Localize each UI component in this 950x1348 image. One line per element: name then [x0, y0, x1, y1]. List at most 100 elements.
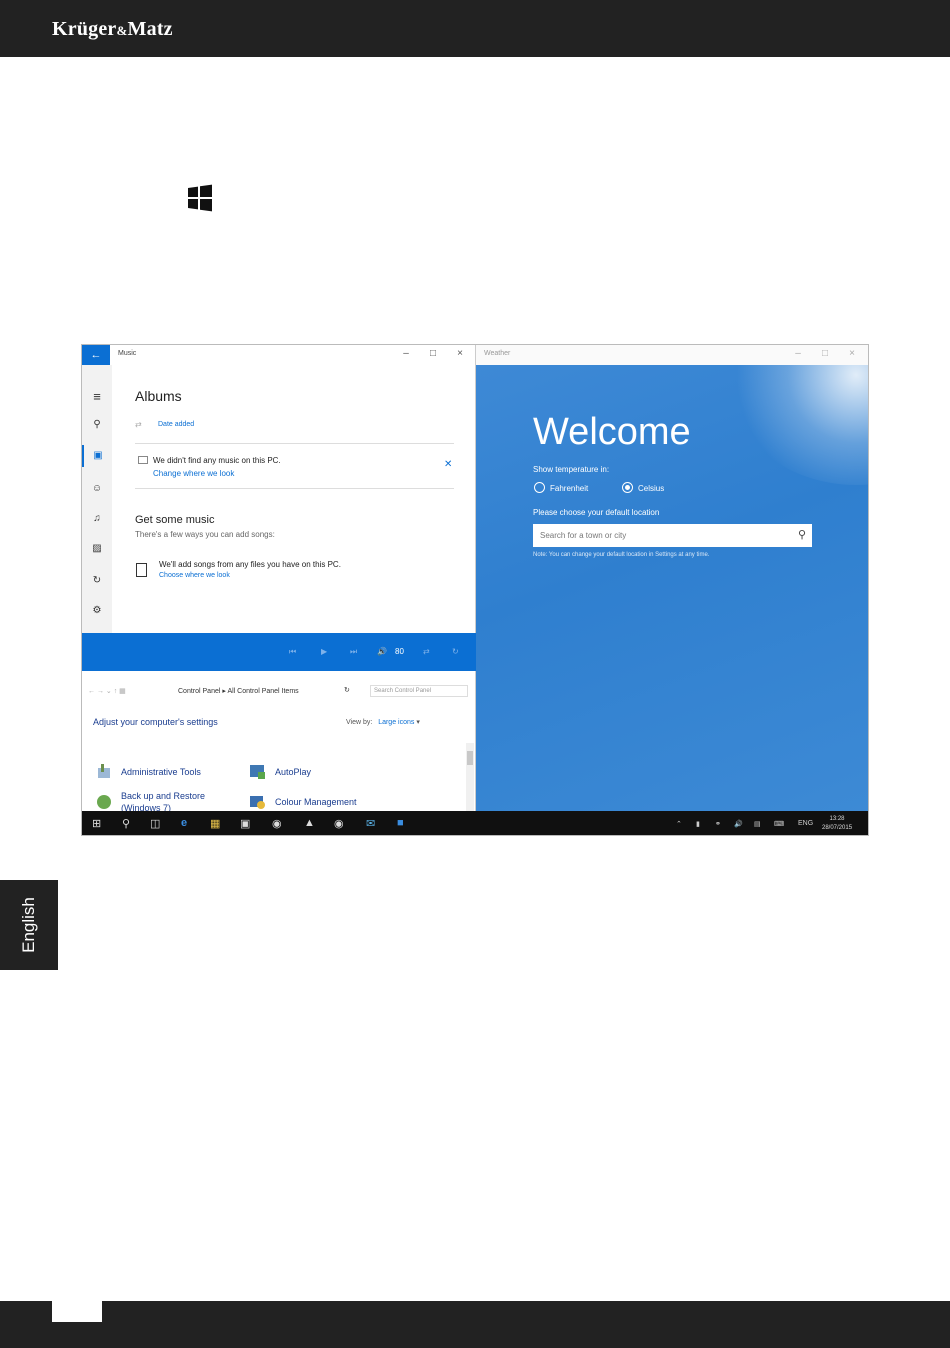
volume-icon[interactable]: 🔊 [734, 820, 743, 828]
cp-item-backup-restore[interactable]: Back up and Restore [121, 791, 205, 801]
fahrenheit-label: Fahrenheit [550, 484, 589, 493]
close-button[interactable]: × [846, 348, 858, 359]
paint-icon[interactable]: ◉ [334, 817, 344, 830]
weather-app-window: Weather – □ × Welcome Show temperature i… [476, 345, 868, 811]
photos-icon[interactable]: ▲ [304, 817, 315, 829]
language-label: English [19, 897, 38, 953]
file-icon [136, 563, 147, 577]
settings-gear-icon[interactable]: ⚙ [82, 605, 112, 616]
minimize-button[interactable]: – [792, 348, 804, 359]
edge-browser-icon[interactable]: e [181, 817, 187, 829]
songs-icon[interactable]: ♫ [82, 513, 112, 524]
music-nav-rail: ≡ ⚲ ▣ ☺ ♫ ▨ ↻ ⚙ [82, 365, 112, 633]
sun-glow [726, 345, 868, 485]
clock[interactable]: 13:28 28/07/2015 [822, 815, 852, 833]
weather-title-bar: Weather – □ × [476, 345, 868, 365]
adjust-heading: Adjust your computer's settings [93, 717, 218, 727]
cp-item-autoplay[interactable]: AutoPlay [275, 767, 311, 777]
playlists-icon[interactable]: ▨ [82, 543, 112, 554]
administrative-tools-icon [98, 764, 110, 778]
battery-icon[interactable]: ▮ [696, 820, 700, 828]
mail-icon[interactable]: ✉ [366, 817, 375, 830]
show-temperature-label: Show temperature in: [533, 465, 610, 474]
search-icon[interactable]: ⚲ [82, 419, 112, 430]
language-indicator[interactable]: ENG [798, 820, 813, 827]
albums-icon[interactable]: ▣ [82, 445, 112, 467]
cp-item-administrative-tools[interactable]: Administrative Tools [121, 767, 201, 777]
windows-logo-icon [188, 184, 212, 212]
store-icon[interactable]: ▣ [240, 817, 250, 830]
nav-arrows[interactable]: ← → ⌄ ↑ ▦ [88, 687, 126, 695]
address-bar: ← → ⌄ ↑ ▦ Control Panel ▸ All Control Pa… [88, 685, 468, 699]
windows-screenshot: ← Music – □ × ≡ ⚲ ▣ ☺ ♫ ▨ ↻ ⚙ Albums ⇄ D… [81, 344, 869, 836]
divider [135, 488, 454, 489]
colour-management-icon [250, 796, 265, 809]
cp-item-colour-management[interactable]: Colour Management [275, 797, 357, 807]
footer-bar [0, 1301, 950, 1348]
welcome-heading: Welcome [533, 411, 691, 453]
sync-icon[interactable]: ↻ [82, 575, 112, 586]
scrollbar[interactable] [466, 743, 474, 811]
music-title-bar: ← Music – □ × [82, 345, 476, 365]
divider [135, 443, 454, 444]
volume-level: 80 [395, 647, 404, 656]
change-where-link[interactable]: Change where we look [153, 469, 234, 478]
previous-icon[interactable]: ⏮ [289, 647, 296, 657]
show-hidden-icons-icon[interactable]: ⌃ [676, 820, 682, 828]
play-icon[interactable]: ▶ [321, 647, 327, 656]
search-icon[interactable]: ⚲ [798, 528, 806, 541]
view-by[interactable]: View by: Large icons ▾ [346, 718, 420, 726]
ways-text: There's a few ways you can add songs: [135, 530, 275, 539]
refresh-icon[interactable]: ↻ [344, 686, 350, 694]
page-number-box [52, 1301, 102, 1322]
celsius-label: Celsius [638, 484, 665, 493]
brand-logo: Krüger&Matz [52, 18, 173, 40]
location-note: Note: You can change your default locati… [533, 552, 710, 558]
get-music-heading: Get some music [135, 514, 215, 526]
next-icon[interactable]: ⏭ [350, 647, 357, 657]
breadcrumb[interactable]: Control Panel ▸ All Control Panel Items [178, 687, 299, 695]
maximize-button[interactable]: □ [819, 348, 831, 359]
autoplay-icon [250, 765, 265, 779]
action-center-icon[interactable]: ▤ [754, 820, 761, 828]
player-bar: ⏮ ▶ ⏭ 🔊 80 ⇄ ↻ [82, 633, 476, 671]
language-side-tab: English [0, 880, 58, 970]
artists-icon[interactable]: ☺ [82, 483, 112, 494]
taskbar: ⊞ ⚲ ◫ e ▦ ▣ ◉ ▲ ◉ ✉ ■ ⌃ ▮ ⚭ 🔊 ▤ ⌨ ENG 13… [82, 811, 868, 835]
control-panel-window: ← → ⌄ ↑ ▦ Control Panel ▸ All Control Pa… [82, 671, 476, 813]
sort-dropdown[interactable]: Date added [158, 421, 194, 428]
celsius-radio[interactable] [622, 482, 633, 493]
shuffle-player-icon[interactable]: ⇄ [423, 647, 430, 656]
music-window-title: Music [118, 350, 137, 357]
search-icon[interactable]: ⚲ [122, 817, 130, 830]
minimize-button[interactable]: – [400, 348, 412, 359]
music-app-window: ← Music – □ × ≡ ⚲ ▣ ☺ ♫ ▨ ↻ ⚙ Albums ⇄ D… [82, 345, 476, 671]
back-button[interactable]: ← [82, 345, 110, 365]
repeat-icon[interactable]: ↻ [452, 647, 459, 656]
hamburger-menu-icon[interactable]: ≡ [82, 389, 112, 404]
network-icon[interactable]: ⚭ [715, 820, 721, 828]
keyboard-icon[interactable]: ⌨ [774, 820, 784, 828]
task-view-icon[interactable]: ◫ [150, 817, 160, 830]
maximize-button[interactable]: □ [427, 348, 439, 359]
dismiss-close-icon[interactable]: ✕ [444, 459, 452, 470]
default-location-label: Please choose your default location [533, 508, 660, 517]
choose-where-link[interactable]: Choose where we look [159, 572, 230, 579]
close-button[interactable]: × [454, 348, 466, 359]
fahrenheit-radio[interactable] [534, 482, 545, 493]
albums-heading: Albums [135, 388, 182, 404]
volume-icon[interactable]: 🔊 [377, 647, 387, 656]
shuffle-icon[interactable]: ⇄ [135, 420, 142, 429]
file-explorer-icon[interactable]: ▦ [210, 817, 220, 830]
control-panel-search[interactable]: Search Control Panel [370, 685, 468, 697]
top-header-bar: Krüger&Matz [0, 0, 950, 57]
start-icon[interactable]: ⊞ [92, 817, 101, 830]
weather-app-icon[interactable]: ■ [397, 817, 404, 829]
weather-window-title: Weather [484, 350, 511, 357]
add-songs-text: We'll add songs from any files you have … [159, 560, 341, 569]
no-music-message: We didn't find any music on this PC. [153, 456, 281, 465]
music-info-icon [138, 456, 148, 464]
location-search-input[interactable]: Search for a town or city ⚲ [533, 524, 812, 547]
music-app-icon[interactable]: ◉ [272, 817, 282, 830]
backup-restore-icon [97, 795, 111, 809]
